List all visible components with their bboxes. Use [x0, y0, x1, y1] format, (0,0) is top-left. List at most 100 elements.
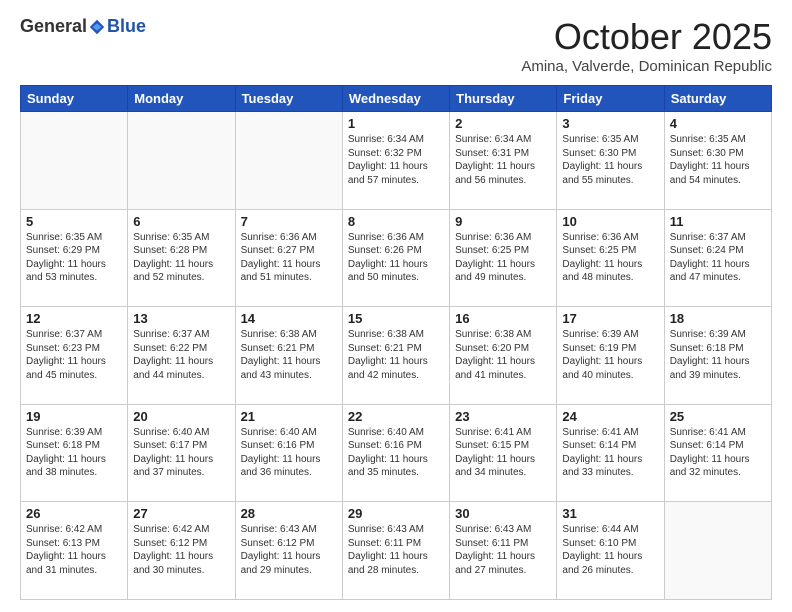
logo: General Blue [20, 16, 146, 37]
day-info: Sunrise: 6:36 AM Sunset: 6:25 PM Dayligh… [562, 231, 658, 285]
week-row-2: 12 Sunrise: 6:37 AM Sunset: 6:23 PM Dayli… [21, 307, 772, 405]
calendar-table: Sunday Monday Tuesday Wednesday Thursday… [20, 85, 772, 600]
table-cell: 17Sunrise: 6:39 AM Sunset: 6:19 PM Dayli… [557, 307, 664, 405]
day-info: Sunrise: 6:35 AM Sunset: 6:30 PM Dayligh… [562, 133, 658, 187]
day-info: Sunrise: 6:38 AM Sunset: 6:21 PM Dayligh… [348, 328, 444, 382]
table-cell: 4 Sunrise: 6:35 AM Sunset: 6:30 PM Daylig… [664, 112, 771, 210]
table-cell: 28 Sunrise: 6:43 AM Sunset: 6:12 PM Dayli… [235, 502, 342, 600]
day-number: 23 [455, 409, 551, 424]
table-cell: 2 Sunrise: 6:34 AM Sunset: 6:31 PM Daylig… [450, 112, 557, 210]
day-info: Sunrise: 6:42 AM Sunset: 6:12 PM Dayligh… [133, 523, 229, 577]
day-number: 20 [133, 409, 229, 424]
day-info: Sunrise: 6:43 AM Sunset: 6:12 PM Dayligh… [241, 523, 337, 577]
logo-icon [88, 18, 106, 36]
day-info: Sunrise: 6:42 AM Sunset: 6:13 PM Dayligh… [26, 523, 122, 577]
header-wednesday: Wednesday [342, 86, 449, 112]
header-friday: Friday [557, 86, 664, 112]
header: General Blue October 2025 Amina, Valverd… [20, 16, 772, 75]
table-cell: 3 Sunrise: 6:35 AM Sunset: 6:30 PM Daylig… [557, 112, 664, 210]
day-number: 21 [241, 409, 337, 424]
table-cell: 27 Sunrise: 6:42 AM Sunset: 6:12 PM Dayli… [128, 502, 235, 600]
table-cell: 8 Sunrise: 6:36 AM Sunset: 6:26 PM Daylig… [342, 209, 449, 307]
table-cell: 1 Sunrise: 6:34 AM Sunset: 6:32 PM Daylig… [342, 112, 449, 210]
table-cell: 18 Sunrise: 6:39 AM Sunset: 6:18 PM Dayli… [664, 307, 771, 405]
day-number: 12 [26, 311, 122, 326]
table-cell: 19 Sunrise: 6:39 AM Sunset: 6:18 PM Dayli… [21, 404, 128, 502]
table-cell [128, 112, 235, 210]
table-cell: 13Sunrise: 6:37 AM Sunset: 6:22 PM Dayli… [128, 307, 235, 405]
weekday-header-row: Sunday Monday Tuesday Wednesday Thursday… [21, 86, 772, 112]
day-number: 25 [670, 409, 766, 424]
header-monday: Monday [128, 86, 235, 112]
day-info: Sunrise: 6:40 AM Sunset: 6:16 PM Dayligh… [348, 426, 444, 480]
day-number: 30 [455, 506, 551, 521]
day-number: 2 [455, 116, 551, 131]
day-info: Sunrise: 6:43 AM Sunset: 6:11 PM Dayligh… [455, 523, 551, 577]
day-info: Sunrise: 6:36 AM Sunset: 6:26 PM Dayligh… [348, 231, 444, 285]
day-info: Sunrise: 6:40 AM Sunset: 6:16 PM Dayligh… [241, 426, 337, 480]
header-tuesday: Tuesday [235, 86, 342, 112]
day-number: 26 [26, 506, 122, 521]
table-cell [21, 112, 128, 210]
day-info: Sunrise: 6:37 AM Sunset: 6:23 PM Dayligh… [26, 328, 122, 382]
day-info: Sunrise: 6:35 AM Sunset: 6:29 PM Dayligh… [26, 231, 122, 285]
day-info: Sunrise: 6:34 AM Sunset: 6:32 PM Dayligh… [348, 133, 444, 187]
month-title: October 2025 [521, 16, 772, 58]
week-row-0: 1 Sunrise: 6:34 AM Sunset: 6:32 PM Daylig… [21, 112, 772, 210]
day-number: 16 [455, 311, 551, 326]
location-title: Amina, Valverde, Dominican Republic [521, 58, 772, 75]
table-cell: 14 Sunrise: 6:38 AM Sunset: 6:21 PM Dayli… [235, 307, 342, 405]
table-cell: 30 Sunrise: 6:43 AM Sunset: 6:11 PM Dayli… [450, 502, 557, 600]
table-cell: 6Sunrise: 6:35 AM Sunset: 6:28 PM Daylig… [128, 209, 235, 307]
day-number: 13 [133, 311, 229, 326]
day-number: 7 [241, 214, 337, 229]
table-cell: 26 Sunrise: 6:42 AM Sunset: 6:13 PM Dayli… [21, 502, 128, 600]
day-info: Sunrise: 6:39 AM Sunset: 6:18 PM Dayligh… [670, 328, 766, 382]
day-info: Sunrise: 6:35 AM Sunset: 6:30 PM Dayligh… [670, 133, 766, 187]
table-cell: 5Sunrise: 6:35 AM Sunset: 6:29 PM Daylig… [21, 209, 128, 307]
day-info: Sunrise: 6:44 AM Sunset: 6:10 PM Dayligh… [562, 523, 658, 577]
day-number: 17 [562, 311, 658, 326]
day-info: Sunrise: 6:41 AM Sunset: 6:15 PM Dayligh… [455, 426, 551, 480]
table-cell: 15 Sunrise: 6:38 AM Sunset: 6:21 PM Dayli… [342, 307, 449, 405]
day-number: 14 [241, 311, 337, 326]
day-number: 29 [348, 506, 444, 521]
table-cell: 12 Sunrise: 6:37 AM Sunset: 6:23 PM Dayli… [21, 307, 128, 405]
day-number: 19 [26, 409, 122, 424]
day-number: 28 [241, 506, 337, 521]
day-number: 31 [562, 506, 658, 521]
table-cell: 23 Sunrise: 6:41 AM Sunset: 6:15 PM Dayli… [450, 404, 557, 502]
day-number: 4 [670, 116, 766, 131]
day-number: 1 [348, 116, 444, 131]
day-info: Sunrise: 6:36 AM Sunset: 6:25 PM Dayligh… [455, 231, 551, 285]
table-cell [235, 112, 342, 210]
table-cell: 29 Sunrise: 6:43 AM Sunset: 6:11 PM Dayli… [342, 502, 449, 600]
day-info: Sunrise: 6:34 AM Sunset: 6:31 PM Dayligh… [455, 133, 551, 187]
day-number: 3 [562, 116, 658, 131]
week-row-1: 5Sunrise: 6:35 AM Sunset: 6:29 PM Daylig… [21, 209, 772, 307]
day-info: Sunrise: 6:43 AM Sunset: 6:11 PM Dayligh… [348, 523, 444, 577]
day-number: 18 [670, 311, 766, 326]
table-cell: 7Sunrise: 6:36 AM Sunset: 6:27 PM Daylig… [235, 209, 342, 307]
table-cell: 9 Sunrise: 6:36 AM Sunset: 6:25 PM Daylig… [450, 209, 557, 307]
day-info: Sunrise: 6:39 AM Sunset: 6:18 PM Dayligh… [26, 426, 122, 480]
table-cell: 11 Sunrise: 6:37 AM Sunset: 6:24 PM Dayli… [664, 209, 771, 307]
header-sunday: Sunday [21, 86, 128, 112]
day-info: Sunrise: 6:35 AM Sunset: 6:28 PM Dayligh… [133, 231, 229, 285]
day-number: 8 [348, 214, 444, 229]
day-number: 15 [348, 311, 444, 326]
day-number: 27 [133, 506, 229, 521]
day-info: Sunrise: 6:37 AM Sunset: 6:24 PM Dayligh… [670, 231, 766, 285]
table-cell: 10Sunrise: 6:36 AM Sunset: 6:25 PM Dayli… [557, 209, 664, 307]
day-info: Sunrise: 6:38 AM Sunset: 6:21 PM Dayligh… [241, 328, 337, 382]
table-cell: 21 Sunrise: 6:40 AM Sunset: 6:16 PM Dayli… [235, 404, 342, 502]
day-number: 9 [455, 214, 551, 229]
day-number: 22 [348, 409, 444, 424]
logo-general-text: General [20, 16, 87, 37]
table-cell: 25Sunrise: 6:41 AM Sunset: 6:14 PM Dayli… [664, 404, 771, 502]
week-row-4: 26 Sunrise: 6:42 AM Sunset: 6:13 PM Dayli… [21, 502, 772, 600]
table-cell: 24Sunrise: 6:41 AM Sunset: 6:14 PM Dayli… [557, 404, 664, 502]
day-number: 11 [670, 214, 766, 229]
day-info: Sunrise: 6:38 AM Sunset: 6:20 PM Dayligh… [455, 328, 551, 382]
day-info: Sunrise: 6:41 AM Sunset: 6:14 PM Dayligh… [562, 426, 658, 480]
